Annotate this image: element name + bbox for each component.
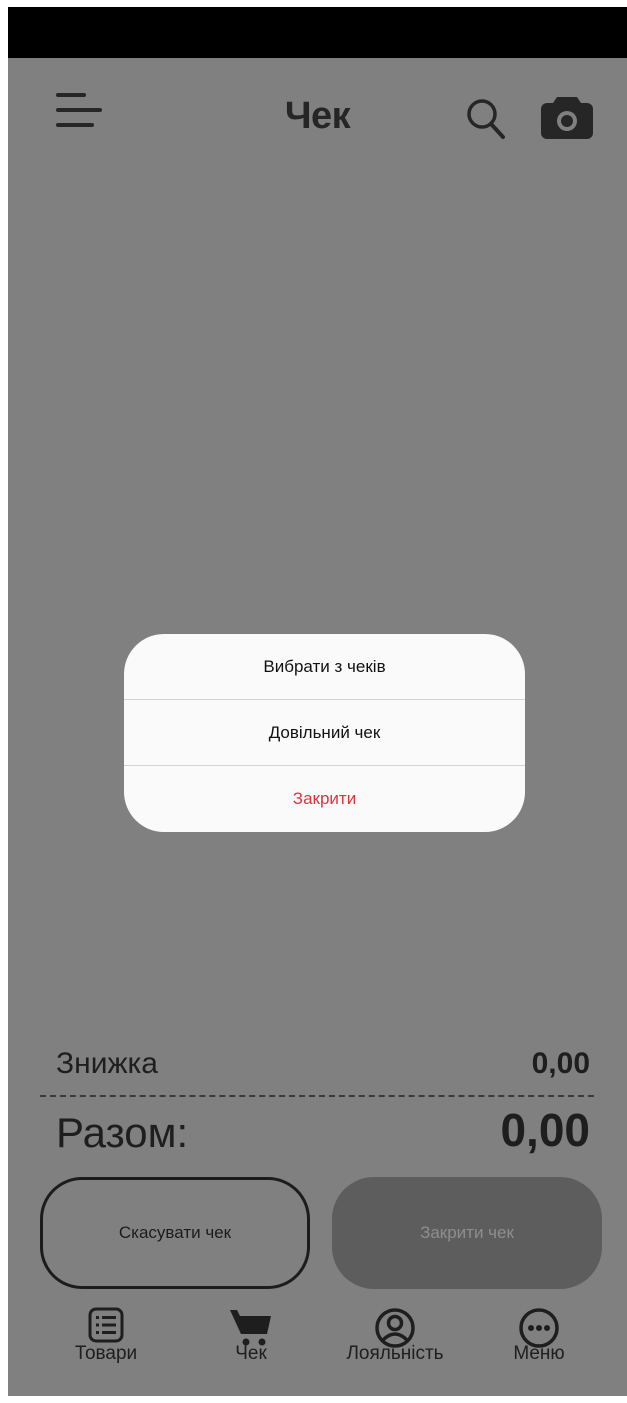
search-icon[interactable]	[466, 97, 506, 141]
nav-label-loyalty: Лояльність	[346, 1343, 444, 1364]
discount-label: Знижка	[56, 1047, 158, 1080]
action-sheet-dialog: Вибрати з чеків Довільний чек Закрити	[124, 634, 525, 832]
nav-item-loyalty[interactable]: Лояльність	[335, 1307, 455, 1379]
nav-item-check[interactable]: Чек	[191, 1307, 311, 1379]
dashed-divider	[40, 1095, 594, 1097]
close-check-button[interactable]: Закрити чек	[332, 1177, 602, 1289]
cart-icon	[230, 1310, 271, 1346]
nav-item-products[interactable]: Товари	[46, 1307, 166, 1379]
discount-value: 0,00	[531, 1047, 590, 1080]
list-icon	[88, 1307, 124, 1343]
nav-label-check: Чек	[235, 1343, 267, 1364]
select-from-checks-option[interactable]: Вибрати з чеків	[124, 634, 525, 700]
close-dialog-option[interactable]: Закрити	[124, 766, 525, 832]
custom-check-option[interactable]: Довільний чек	[124, 700, 525, 766]
nav-label-products: Товари	[74, 1343, 138, 1364]
status-bar	[8, 7, 627, 58]
total-value: 0,00	[500, 1104, 590, 1156]
screen: Чек Вибрати з чеків Довільний чек Закрит…	[8, 7, 627, 1396]
nav-label-menu: Меню	[513, 1343, 565, 1364]
page-title: Чек	[284, 95, 351, 137]
total-label: Разом:	[56, 1109, 189, 1156]
cancel-check-button[interactable]: Скасувати чек	[40, 1177, 310, 1289]
nav-item-menu[interactable]: Меню	[479, 1307, 599, 1379]
camera-icon[interactable]	[541, 93, 593, 139]
